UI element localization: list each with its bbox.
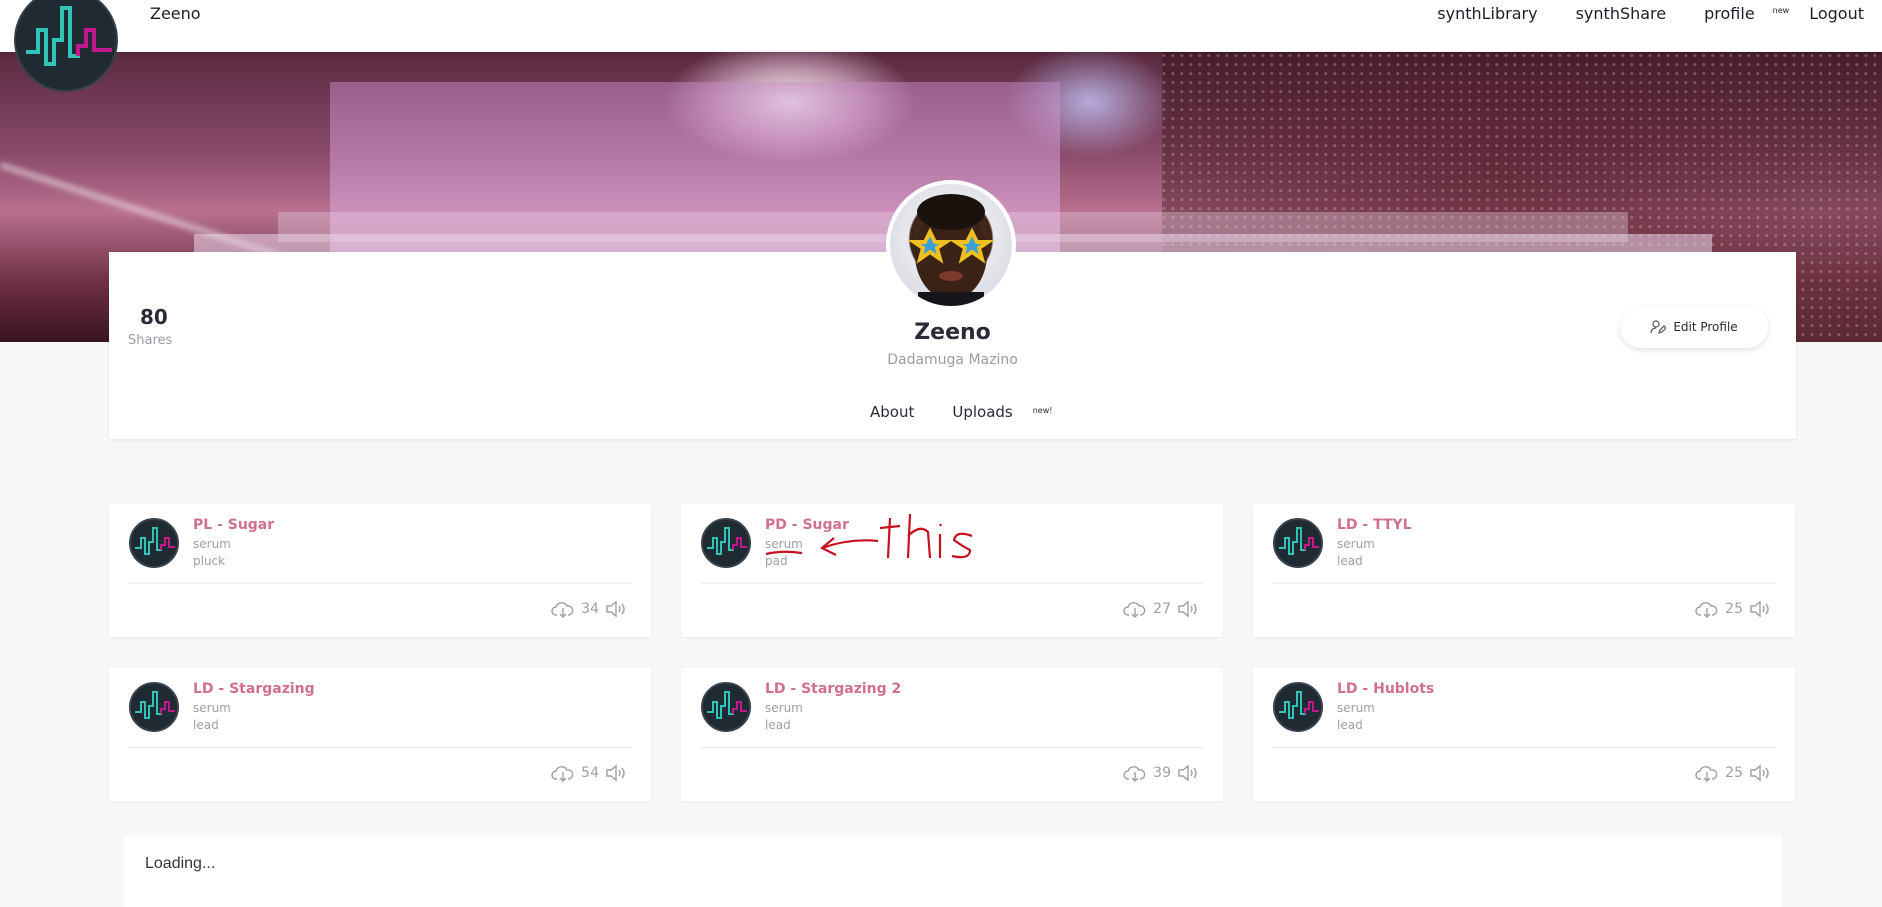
preset-logo-icon	[701, 518, 751, 568]
preset-title[interactable]: LD - TTYL	[1337, 517, 1412, 533]
card-divider	[1273, 747, 1775, 748]
cloud-download-icon[interactable]	[1695, 600, 1719, 618]
preset-logo-icon	[1273, 518, 1323, 568]
speaker-icon[interactable]	[605, 764, 627, 782]
preset-title[interactable]: LD - Hublots	[1337, 681, 1434, 697]
preset-title[interactable]: LD - Stargazing 2	[765, 681, 901, 697]
preset-meta: 54	[551, 764, 627, 782]
preset-title[interactable]: PL - Sugar	[193, 517, 274, 533]
preset-card[interactable]: LD - Stargazing serum lead 54	[109, 668, 651, 801]
top-navbar: Zeeno synthLibrary synthShare profile new…	[0, 0, 1882, 52]
preset-synth: serum	[1337, 537, 1375, 551]
profile-display-name: Zeeno	[914, 320, 991, 345]
avatar[interactable]	[886, 180, 1016, 310]
preset-meta: 25	[1695, 764, 1771, 782]
download-count: 27	[1153, 601, 1171, 617]
speaker-icon[interactable]	[1177, 600, 1199, 618]
preset-meta: 39	[1123, 764, 1199, 782]
preset-type: pluck	[193, 554, 226, 568]
preset-meta: 34	[551, 600, 627, 618]
preset-type: lead	[193, 718, 219, 732]
nav-profile[interactable]: profile new	[1704, 4, 1789, 23]
preset-card[interactable]: PL - Sugar serum pluck 34	[109, 504, 651, 637]
speaker-icon[interactable]	[1749, 600, 1771, 618]
nav-links: synthLibrary synthShare profile new Logou…	[1437, 4, 1864, 23]
edit-profile-label: Edit Profile	[1673, 320, 1738, 334]
cloud-download-icon[interactable]	[1123, 764, 1147, 782]
nav-profile-label: profile	[1704, 4, 1755, 23]
preset-type: lead	[1337, 718, 1363, 732]
nav-synthshare[interactable]: synthShare	[1576, 4, 1667, 23]
tab-uploads[interactable]: Uploads new!	[952, 403, 1052, 421]
handwritten-annotation	[765, 513, 973, 559]
download-count: 34	[581, 601, 599, 617]
nav-synthlibrary[interactable]: synthLibrary	[1437, 4, 1537, 23]
preset-meta: 27	[1123, 600, 1199, 618]
card-divider	[701, 583, 1203, 584]
preset-synth: serum	[193, 701, 231, 715]
avatar-photo	[907, 194, 995, 306]
cloud-download-icon[interactable]	[551, 600, 575, 618]
download-count: 25	[1725, 765, 1743, 781]
preset-logo-icon	[129, 682, 179, 732]
cloud-download-icon[interactable]	[1695, 764, 1719, 782]
profile-real-name: Dadamuga Mazino	[887, 352, 1018, 368]
preset-logo-icon	[701, 682, 751, 732]
preset-meta: 25	[1695, 600, 1771, 618]
tab-uploads-label: Uploads	[952, 403, 1013, 421]
loading-text: Loading...	[145, 855, 216, 872]
preset-synth: serum	[193, 537, 231, 551]
user-edit-icon	[1650, 320, 1667, 334]
download-count: 25	[1725, 601, 1743, 617]
nav-logout[interactable]: Logout	[1809, 4, 1864, 23]
cloud-download-icon[interactable]	[1123, 600, 1147, 618]
preset-logo-icon	[1273, 682, 1323, 732]
nav-profile-badge: new	[1772, 6, 1790, 15]
speaker-icon[interactable]	[1177, 764, 1199, 782]
tab-uploads-badge: new!	[1032, 406, 1053, 415]
preset-synth: serum	[765, 701, 803, 715]
preset-type: lead	[765, 718, 791, 732]
tab-about[interactable]: About	[870, 403, 914, 421]
card-divider	[1273, 583, 1775, 584]
preset-card[interactable]: LD - TTYL serum lead 25	[1253, 504, 1795, 637]
speaker-icon[interactable]	[605, 600, 627, 618]
download-count: 39	[1153, 765, 1171, 781]
card-divider	[129, 583, 631, 584]
preset-type: lead	[1337, 554, 1363, 568]
preset-logo-icon	[129, 518, 179, 568]
download-count: 54	[581, 765, 599, 781]
speaker-icon[interactable]	[1749, 764, 1771, 782]
preset-title[interactable]: LD - Stargazing	[193, 681, 315, 697]
card-divider	[701, 747, 1203, 748]
loading-panel: Loading...	[124, 835, 1782, 907]
preset-card[interactable]: LD - Stargazing 2 serum lead 39	[681, 668, 1223, 801]
edit-profile-button[interactable]: Edit Profile	[1620, 306, 1768, 348]
preset-card[interactable]: LD - Hublots serum lead 25	[1253, 668, 1795, 801]
brand-name[interactable]: Zeeno	[150, 4, 201, 23]
cloud-download-icon[interactable]	[551, 764, 575, 782]
profile-tabs: About Uploads new!	[870, 403, 1052, 421]
preset-synth: serum	[1337, 701, 1375, 715]
card-divider	[129, 747, 631, 748]
